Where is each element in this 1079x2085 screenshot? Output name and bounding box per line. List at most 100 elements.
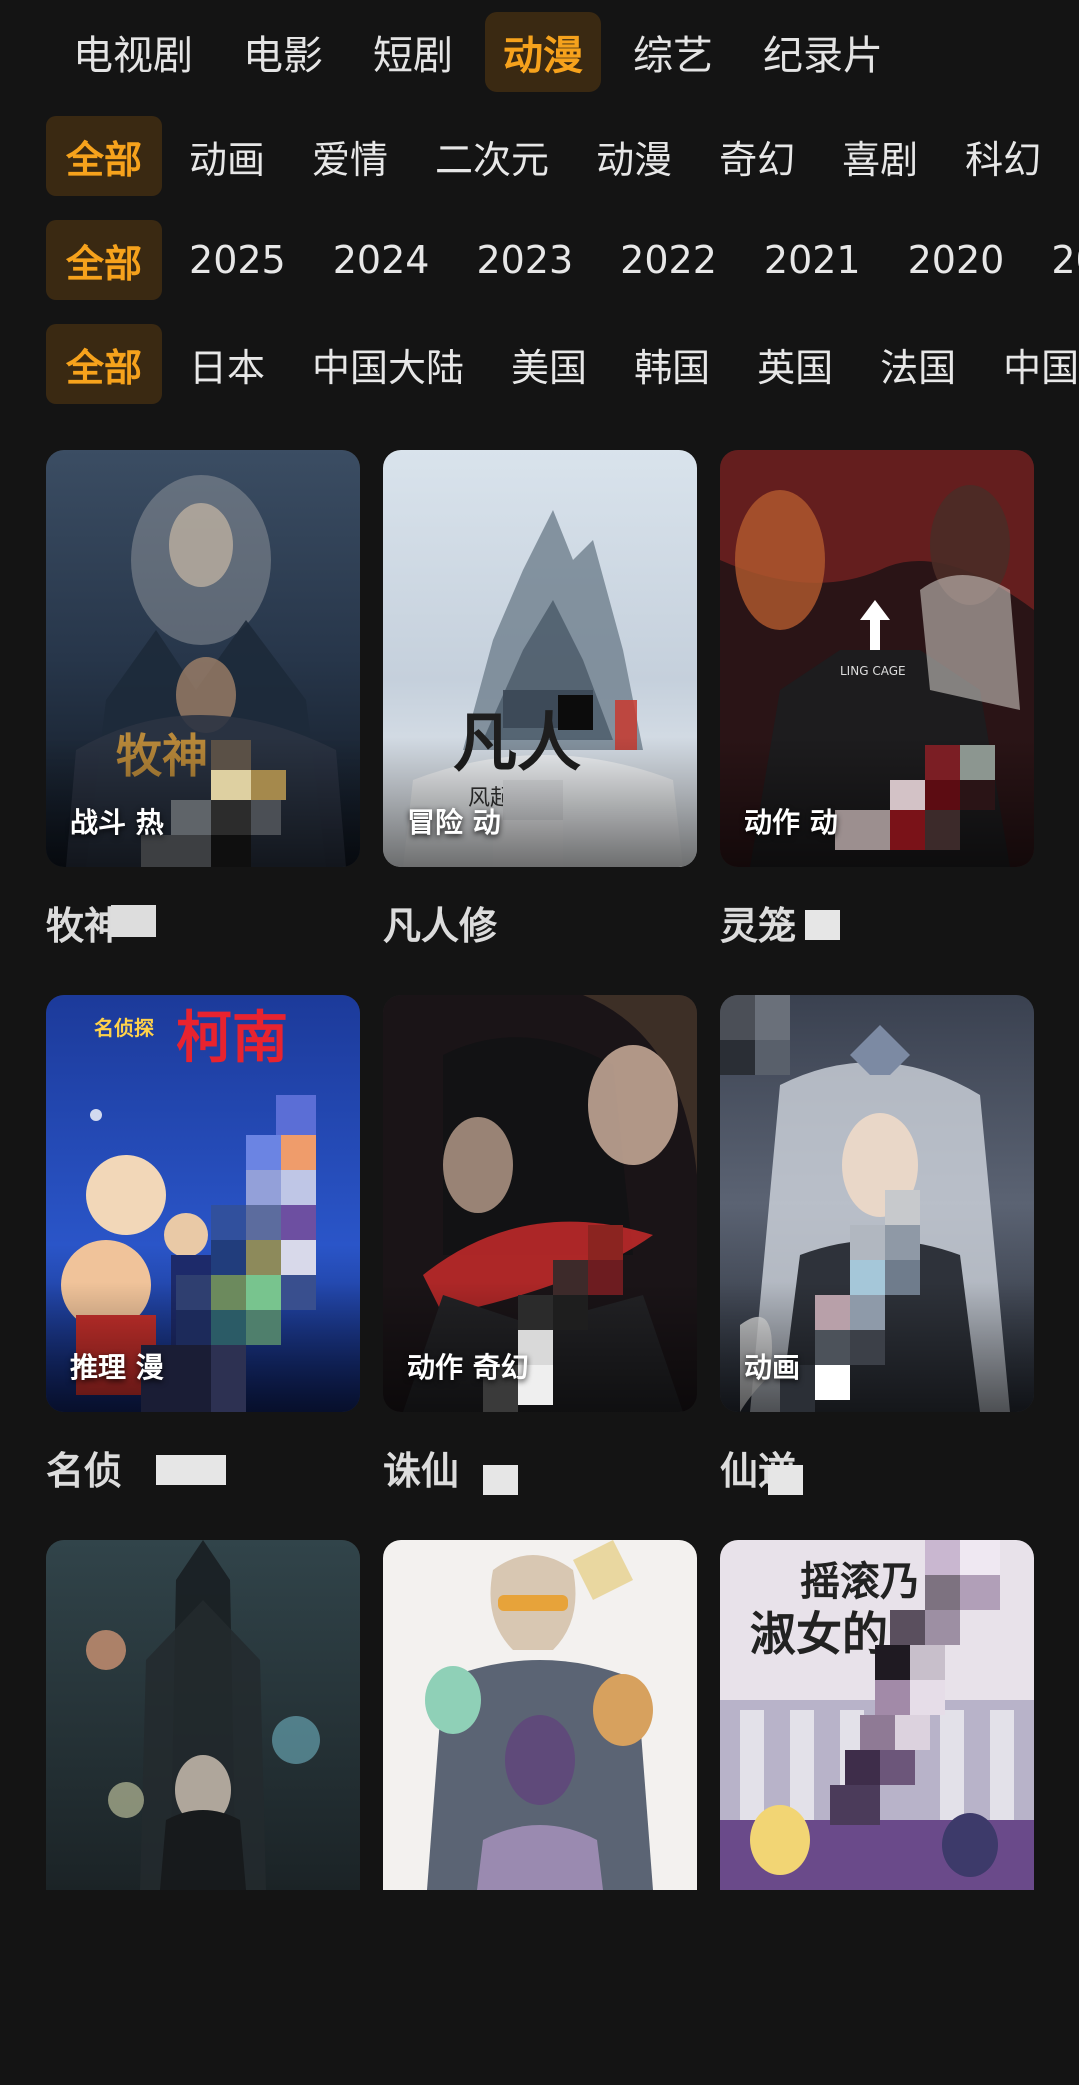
genre-chip[interactable]: 喜剧 xyxy=(822,116,938,196)
poster: LING CAGE 动作 动 xyxy=(720,450,1034,867)
anime-card[interactable]: 凡人 风起 冒险 动 凡人修 xyxy=(383,450,697,995)
tab-tv-series[interactable]: 电视剧 xyxy=(55,12,211,92)
mosaic-block xyxy=(176,1310,211,1345)
poster: 名侦探 柯南 推理 漫 xyxy=(46,995,360,1412)
mosaic-block xyxy=(815,1330,850,1365)
poster: 牧神 战斗 热 xyxy=(46,450,360,867)
mosaic-block xyxy=(845,1750,880,1785)
mosaic-block xyxy=(850,1260,885,1295)
poster-logo-text-2: 淑女的 xyxy=(750,1607,888,1661)
mosaic-block xyxy=(251,770,286,800)
anime-card[interactable] xyxy=(46,1540,360,2085)
mosaic-block xyxy=(875,1645,910,1680)
mosaic-block xyxy=(880,1750,915,1785)
tab-variety[interactable]: 综艺 xyxy=(615,12,731,92)
region-chip[interactable]: 美国 xyxy=(491,324,607,404)
genre-chip[interactable]: 奇幻 xyxy=(699,116,815,196)
year-chip[interactable]: 2025 xyxy=(169,220,306,300)
year-chip[interactable]: 2024 xyxy=(313,220,450,300)
region-chip[interactable]: 英国 xyxy=(737,324,853,404)
mosaic-block xyxy=(246,1135,281,1170)
mosaic-block xyxy=(960,745,995,780)
mosaic-block xyxy=(768,1465,803,1495)
region-filter-row: 全部 日本 中国大陆 美国 韩国 英国 法国 中国 xyxy=(46,323,1079,405)
poster-logo-text: LING CAGE xyxy=(840,664,906,678)
poster-tags: 冒险 动 xyxy=(407,806,501,839)
poster-tags: 战斗 热 xyxy=(70,806,164,839)
mosaic-block xyxy=(588,1225,623,1260)
mosaic-block xyxy=(211,1240,246,1275)
year-chip[interactable]: 2023 xyxy=(456,220,593,300)
mosaic-block xyxy=(895,1715,930,1750)
mosaic-block xyxy=(211,770,251,800)
anime-title: 凡人修 xyxy=(383,904,498,948)
region-chip[interactable]: 中国 xyxy=(983,324,1079,404)
region-chip[interactable]: 日本 xyxy=(169,324,285,404)
year-chip[interactable]: 2021 xyxy=(744,220,881,300)
mosaic-block xyxy=(910,1680,945,1715)
mosaic-block xyxy=(281,1275,316,1310)
poster-logo-text: 摇滚乃 xyxy=(800,1558,920,1605)
genre-chip-all[interactable]: 全部 xyxy=(46,116,163,196)
mosaic-block xyxy=(850,1295,885,1330)
poster-tags: 推理 漫 xyxy=(70,1351,164,1384)
mosaic-block xyxy=(805,910,840,940)
region-chip[interactable]: 法国 xyxy=(860,324,976,404)
tab-short-drama[interactable]: 短剧 xyxy=(355,12,471,92)
mosaic-block xyxy=(850,1330,885,1365)
category-tabs: 电视剧 电影 短剧 动漫 综艺 纪录片 xyxy=(55,8,915,96)
mosaic-block xyxy=(483,1465,518,1495)
genre-chip[interactable]: 科幻 xyxy=(945,116,1061,196)
year-chip-all[interactable]: 全部 xyxy=(46,220,163,300)
mosaic-block xyxy=(830,1785,880,1825)
anime-card[interactable]: 名侦探 柯南 推理 漫 名侦 xyxy=(46,995,360,1540)
year-chip[interactable]: 2022 xyxy=(600,220,737,300)
genre-chip[interactable]: 二次元 xyxy=(415,116,569,196)
mosaic-block xyxy=(885,1190,920,1225)
anime-card[interactable]: LING CAGE 动作 动 灵笼 xyxy=(720,450,1034,995)
mosaic-block xyxy=(246,1275,281,1310)
anime-card[interactable]: 摇滚乃 淑女的 xyxy=(720,1540,1034,2085)
mosaic-block xyxy=(553,1295,588,1330)
mosaic-block xyxy=(875,1680,910,1715)
year-chip[interactable]: 2020 xyxy=(888,220,1025,300)
mosaic-block xyxy=(156,1455,226,1485)
mosaic-block xyxy=(890,780,925,810)
region-chip[interactable]: 中国大陆 xyxy=(292,324,484,404)
mosaic-block xyxy=(281,1135,316,1170)
genre-chip[interactable]: 爱情 xyxy=(292,116,408,196)
anime-card[interactable]: 动画 仙逆 xyxy=(720,995,1034,1540)
mosaic-block xyxy=(276,1095,316,1135)
tab-anime[interactable]: 动漫 xyxy=(485,12,601,92)
mosaic-block xyxy=(211,1205,246,1240)
poster-art xyxy=(383,1540,697,1890)
mosaic-block xyxy=(925,1540,960,1575)
anime-card[interactable]: 牧神 战斗 热 牧神 xyxy=(46,450,360,995)
mosaic-block xyxy=(960,780,995,810)
anime-card[interactable]: 动作 奇幻 诛仙 xyxy=(383,995,697,1540)
year-chip[interactable]: 2019 xyxy=(1031,220,1079,300)
tab-movies[interactable]: 电影 xyxy=(225,12,341,92)
mosaic-block xyxy=(720,1040,755,1075)
mosaic-block xyxy=(925,780,960,810)
mosaic-block xyxy=(925,1610,960,1645)
region-chip-all[interactable]: 全部 xyxy=(46,324,163,404)
genre-chip[interactable]: 动画 xyxy=(169,116,285,196)
mosaic-block xyxy=(251,800,281,835)
mosaic-block xyxy=(835,810,890,850)
mosaic-block xyxy=(890,810,925,850)
mosaic-block xyxy=(910,1645,945,1680)
mosaic-block xyxy=(755,995,790,1040)
mosaic-block xyxy=(925,745,960,780)
poster-tags: 动画 xyxy=(744,1351,801,1384)
mosaic-block xyxy=(850,1225,885,1260)
poster-tags: 动作 动 xyxy=(744,806,838,839)
region-chip[interactable]: 韩国 xyxy=(614,324,730,404)
mosaic-block xyxy=(246,1310,281,1345)
mosaic-block xyxy=(960,1540,1000,1575)
mosaic-block xyxy=(211,1345,246,1412)
genre-chip[interactable]: 动漫 xyxy=(576,116,692,196)
anime-card[interactable] xyxy=(383,1540,697,2085)
mosaic-block xyxy=(281,1205,316,1240)
tab-documentary[interactable]: 纪录片 xyxy=(745,12,901,92)
